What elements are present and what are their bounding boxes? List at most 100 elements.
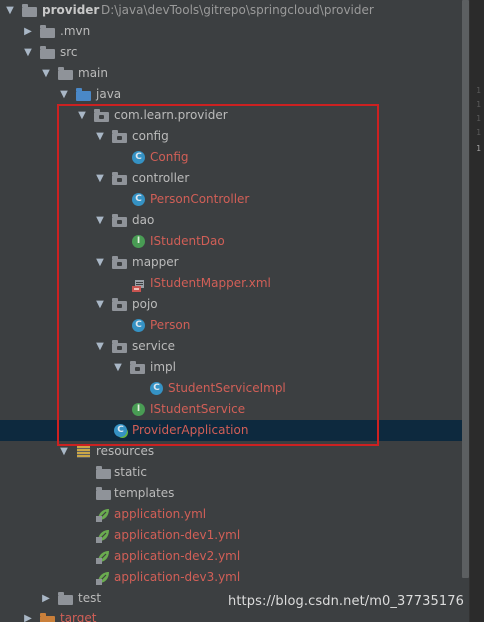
tree-label-target: target: [60, 612, 97, 622]
tree-label-pojo: pojo: [132, 297, 158, 311]
tree-row-mapper[interactable]: ▼ mapper: [0, 252, 462, 273]
package-icon: [112, 298, 127, 311]
expand-arrow-icon[interactable]: ▼: [58, 84, 70, 105]
vertical-scrollbar[interactable]: [462, 0, 469, 578]
tree-row-service[interactable]: ▼ service: [0, 336, 462, 357]
tree-label-provider-application: ProviderApplication: [132, 423, 249, 437]
source-folder-icon: [76, 88, 91, 101]
spring-boot-class-icon: C: [114, 424, 127, 437]
tree-label-application-dev3: application-dev3.yml: [114, 570, 241, 584]
tree-row-application-dev1[interactable]: application-dev1.yml: [0, 525, 462, 546]
expand-arrow-icon[interactable]: ▼: [94, 294, 106, 315]
expand-arrow-icon[interactable]: ▼: [22, 42, 34, 63]
class-icon: C: [132, 151, 145, 164]
tree-label-person-controller: PersonController: [150, 192, 250, 206]
excluded-folder-icon: [40, 613, 55, 622]
tree-label-mapper: mapper: [132, 255, 179, 269]
tree-label-java: java: [96, 87, 122, 101]
folder-icon: [40, 25, 55, 38]
tree-row-config-class[interactable]: C Config: [0, 147, 462, 168]
tree-label-person: Person: [150, 318, 191, 332]
class-icon: C: [132, 193, 145, 206]
tree-row-pojo[interactable]: ▼ pojo: [0, 294, 462, 315]
line-number: 1: [476, 114, 481, 123]
tree-row-application-dev2[interactable]: application-dev2.yml: [0, 546, 462, 567]
tree-row-controller[interactable]: ▼ controller: [0, 168, 462, 189]
package-icon: [112, 340, 127, 353]
collapse-arrow-icon[interactable]: ▶: [22, 612, 34, 622]
tree-row-application-yml[interactable]: application.yml: [0, 504, 462, 525]
tree-label-application-dev2: application-dev2.yml: [114, 549, 241, 563]
package-icon: [94, 109, 109, 122]
expand-arrow-icon[interactable]: ▼: [94, 126, 106, 147]
tree-row-provider[interactable]: ▼ provider D:\java\devTools\gitrepo\spri…: [0, 0, 462, 21]
expand-arrow-icon[interactable]: ▼: [40, 63, 52, 84]
tree-label-resources: resources: [96, 444, 155, 458]
package-icon: [112, 214, 127, 227]
xml-file-icon: [132, 278, 146, 292]
project-name: provider: [42, 3, 100, 17]
expand-arrow-icon[interactable]: ▼: [4, 0, 16, 21]
expand-arrow-icon[interactable]: ▼: [58, 441, 70, 462]
package-icon: [112, 130, 127, 143]
tree-label-static: static: [114, 465, 147, 479]
tree-row-config[interactable]: ▼ config: [0, 126, 462, 147]
tree-row-person[interactable]: C Person: [0, 315, 462, 336]
tree-row-target[interactable]: ▶ target: [0, 612, 462, 622]
tree-row-student-dao[interactable]: I IStudentDao: [0, 231, 462, 252]
collapse-arrow-icon[interactable]: ▶: [22, 21, 34, 42]
tree-row-student-mapper-xml[interactable]: IStudentMapper.xml: [0, 273, 462, 294]
tree-row-resources[interactable]: ▼ resources: [0, 441, 462, 462]
tree-row-main[interactable]: ▼ main: [0, 63, 462, 84]
folder-icon: [96, 466, 111, 479]
tree-label-package: com.learn.provider: [114, 108, 228, 122]
interface-icon: I: [132, 235, 145, 248]
tree-row-student-service[interactable]: I IStudentService: [0, 399, 462, 420]
expand-arrow-icon[interactable]: ▼: [112, 357, 124, 378]
tree-row-person-controller[interactable]: C PersonController: [0, 189, 462, 210]
tree-row-student-service-impl[interactable]: C StudentServiceImpl: [0, 378, 462, 399]
tree-row-package[interactable]: ▼ com.learn.provider: [0, 105, 462, 126]
tree-label-student-service-impl: StudentServiceImpl: [168, 381, 286, 395]
tree-row-static[interactable]: static: [0, 462, 462, 483]
tree-label-application-dev1: application-dev1.yml: [114, 528, 241, 542]
line-number: 1: [476, 144, 481, 153]
collapse-arrow-icon[interactable]: ▶: [40, 588, 52, 609]
spring-config-icon: [96, 508, 110, 522]
expand-arrow-icon[interactable]: ▼: [94, 168, 106, 189]
tree-row-impl[interactable]: ▼ impl: [0, 357, 462, 378]
expand-arrow-icon[interactable]: ▼: [94, 336, 106, 357]
tree-row-java[interactable]: ▼ java: [0, 84, 462, 105]
line-number: 1: [476, 128, 481, 137]
spring-config-icon: [96, 529, 110, 543]
tree-row-src[interactable]: ▼ src: [0, 42, 462, 63]
expand-arrow-icon[interactable]: ▼: [94, 210, 106, 231]
tree-row-dao[interactable]: ▼ dao: [0, 210, 462, 231]
tree-label-main: main: [78, 66, 108, 80]
tree-row-application-dev3[interactable]: application-dev3.yml: [0, 567, 462, 588]
tree-label-templates: templates: [114, 486, 175, 500]
tree-label-mvn: .mvn: [60, 24, 91, 38]
tree-row-mvn[interactable]: ▶ .mvn: [0, 21, 462, 42]
expand-arrow-icon[interactable]: ▼: [94, 252, 106, 273]
folder-icon: [58, 67, 73, 80]
expand-arrow-icon[interactable]: ▼: [76, 105, 88, 126]
tree-label-test: test: [78, 591, 102, 605]
tree-label-config-class: Config: [150, 150, 189, 164]
tree-label-student-service: IStudentService: [150, 402, 246, 416]
tree-label-application-yml: application.yml: [114, 507, 207, 521]
tree-label-student-mapper-xml: IStudentMapper.xml: [150, 276, 271, 290]
folder-icon: [40, 46, 55, 59]
package-icon: [112, 256, 127, 269]
package-icon: [112, 172, 127, 185]
tree-row-templates[interactable]: templates: [0, 483, 462, 504]
tree-row-provider-application[interactable]: C ProviderApplication: [0, 420, 462, 441]
interface-icon: I: [132, 403, 145, 416]
spring-config-icon: [96, 550, 110, 564]
folder-icon: [58, 592, 73, 605]
tree-label-service: service: [132, 339, 175, 353]
module-folder-icon: [22, 4, 37, 17]
editor-gutter: 1 1 1 1 1: [469, 0, 484, 622]
tree-label-student-dao: IStudentDao: [150, 234, 225, 248]
line-number: 1: [476, 86, 481, 95]
